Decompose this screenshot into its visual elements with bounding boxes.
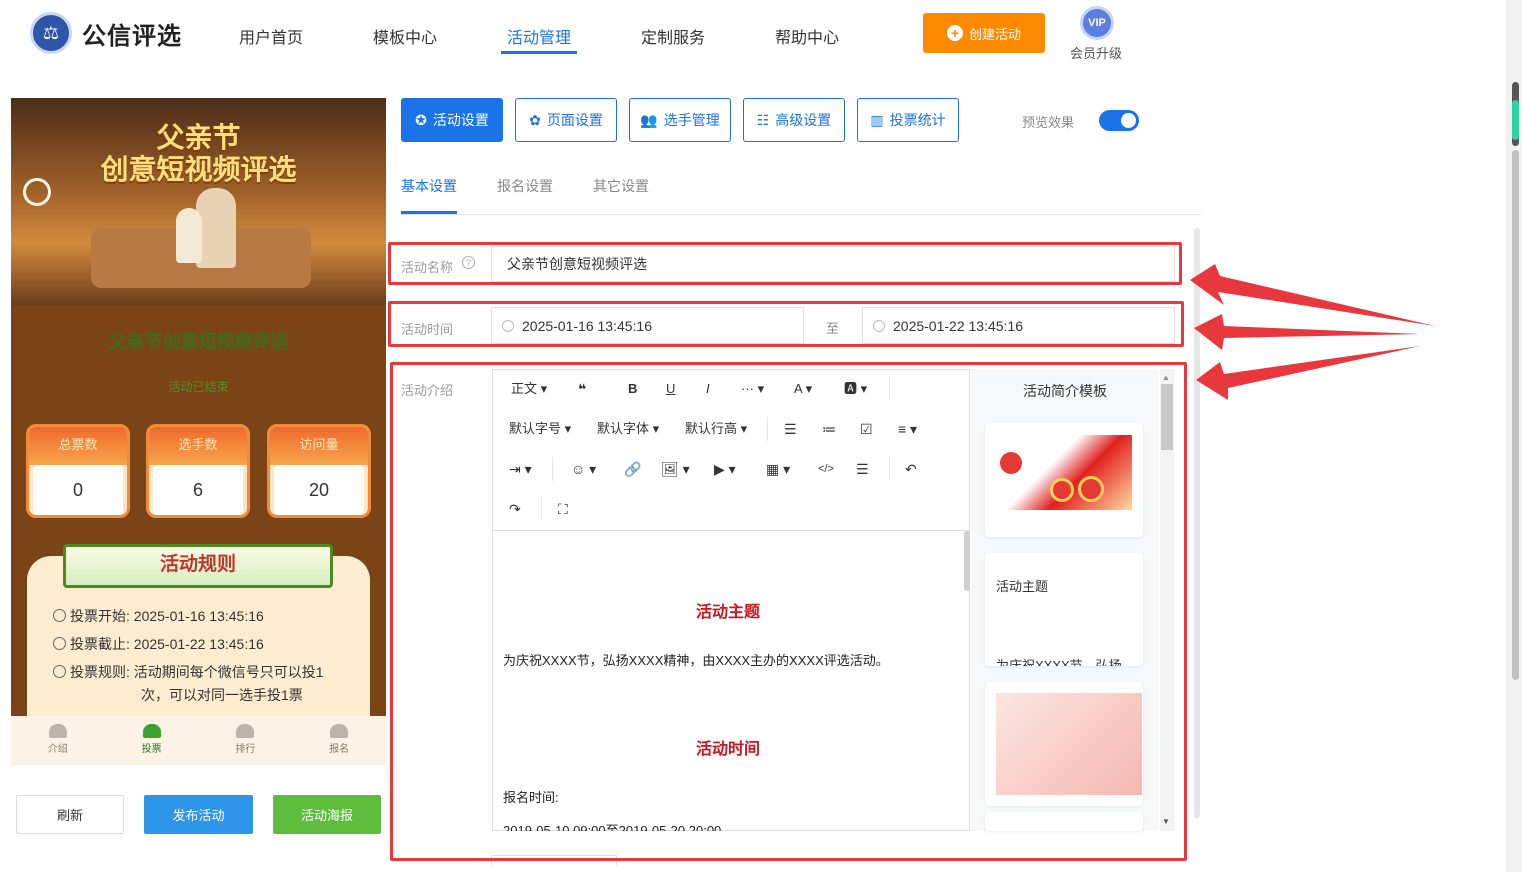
subtab-other-settings[interactable]: 其它设置 [593,176,649,196]
subtab-divider [401,214,1201,215]
stat-value: 20 [274,465,364,515]
preview-tab-intro[interactable]: 介绍 [11,716,105,765]
preview-toggle-label: 预览效果 [1022,115,1075,130]
mobile-preview: 父亲节 创意短视频评选 父亲节创意短视频评选 活动已结束 总票数 0 选手数 6… [11,98,386,765]
stat-value: 0 [33,465,123,515]
tab-label: 选手管理 [663,112,720,128]
father-figure [196,188,236,268]
tab-label: 高级设置 [775,112,832,128]
logo-icon: ⚖ [30,12,72,54]
tab-activity-settings[interactable]: ✪ 活动设置 [401,98,503,142]
annotation-arrow [1196,346,1420,400]
rule-label: 投票规则: [70,664,130,680]
vote-icon [142,724,161,738]
publish-activity-button[interactable]: 发布活动 [144,795,253,834]
rank-icon [236,724,255,738]
page-scrollbar-track [1512,150,1519,680]
clock-icon [53,609,66,622]
preview-tab-rank[interactable]: 排行 [199,716,293,765]
stat-label: 选手数 [149,427,247,465]
tab-label: 报名 [329,744,350,755]
create-activity-label: 创建活动 [968,26,1021,42]
signup-icon [330,724,349,738]
rule-label: 投票截止: [70,636,130,652]
tab-vote-statistics[interactable]: ▥ 投票统计 [857,98,959,142]
brand-name: 公信评选 [82,23,182,50]
preview-banner: 父亲节 创意短视频评选 [11,98,386,305]
tab-label: 投票统计 [889,112,946,128]
preview-title: 父亲节创意短视频评选 [108,332,289,352]
gear-icon: ✿ [529,111,541,128]
nav-activity-management[interactable]: 活动管理 [507,24,571,48]
create-activity-button[interactable]: + 创建活动 [923,13,1045,53]
annotation-arrow [1190,264,1435,326]
tab-label: 活动设置 [432,112,489,128]
stat-total-votes: 总票数 0 [26,424,130,518]
annotation-box-time [388,301,1184,347]
vip-upgrade-link[interactable]: 会员升级 [1070,43,1122,62]
rule-vote-end: 投票截止: 2025-01-22 13:45:16 [53,633,373,656]
preview-status: 活动已结束 [168,380,229,394]
intro-icon [48,724,67,738]
stat-value: 6 [153,465,243,515]
star-icon: ✪ [415,111,427,128]
rule-vote-rule-cont: 次，可以对同一选手投1票 [141,687,303,703]
rule-value: 活动期间每个微信号只可以投1 [133,664,324,680]
preview-tab-vote[interactable]: 投票 [105,716,199,765]
nav-user-home[interactable]: 用户首页 [239,24,303,48]
bar-chart-icon: ▥ [870,111,884,128]
info-icon [53,665,66,678]
subtab-signup-settings[interactable]: 报名设置 [497,176,553,196]
tab-label: 投票 [141,744,162,755]
sliders-icon: ☷ [756,111,770,128]
rule-value: 2025-01-16 13:45:16 [133,608,264,624]
refresh-button[interactable]: 刷新 [16,795,124,834]
tab-label: 介绍 [47,744,68,755]
nav-active-indicator [501,51,577,54]
rule-value: 2025-01-22 13:45:16 [133,636,264,652]
preview-tab-signup[interactable]: 报名 [292,716,386,765]
tab-label: 排行 [235,744,256,755]
stat-visits: 访问量 20 [267,424,371,518]
rule-vote-rule: 投票规则: 活动期间每个微信号只可以投1 [53,661,373,684]
tab-advanced-settings[interactable]: ☷ 高级设置 [743,98,845,142]
subtab-basic-settings[interactable]: 基本设置 [401,176,457,196]
annotation-arrows [1190,264,1435,400]
banner-title-line2: 创意短视频评选 [100,154,297,185]
preview-tabbar: 介绍 投票 排行 报名 [11,716,386,765]
stat-contestants: 选手数 6 [146,424,250,518]
vip-icon[interactable]: VIP [1080,6,1114,40]
nav-help-center[interactable]: 帮助中心 [775,24,839,48]
rule-label: 投票开始: [70,608,130,624]
users-icon: 👥 [640,111,658,128]
annotation-box-name [388,242,1182,285]
preview-toggle-knob [1121,113,1136,128]
plus-icon: + [946,25,963,41]
tab-page-settings[interactable]: ✿ 页面设置 [515,98,617,142]
rule-vote-start: 投票开始: 2025-01-16 13:45:16 [53,605,373,628]
tab-contestant-management[interactable]: 👥 选手管理 [629,98,731,142]
activity-poster-button[interactable]: 活动海报 [273,795,381,834]
tab-label: 页面设置 [546,112,603,128]
child-figure [176,208,202,263]
clock-icon [53,637,66,650]
nav-template-center[interactable]: 模板中心 [373,24,437,48]
rules-title: 活动规则 [63,544,333,588]
annotation-arrow [1194,314,1420,350]
annotation-box-intro [390,362,1187,861]
stat-label: 总票数 [29,427,127,465]
subtab-active-indicator [401,211,457,214]
nav-custom-service[interactable]: 定制服务 [641,24,705,48]
page-scrollbar-thumb-highlight [1512,100,1519,140]
stat-label: 访问量 [270,427,368,465]
